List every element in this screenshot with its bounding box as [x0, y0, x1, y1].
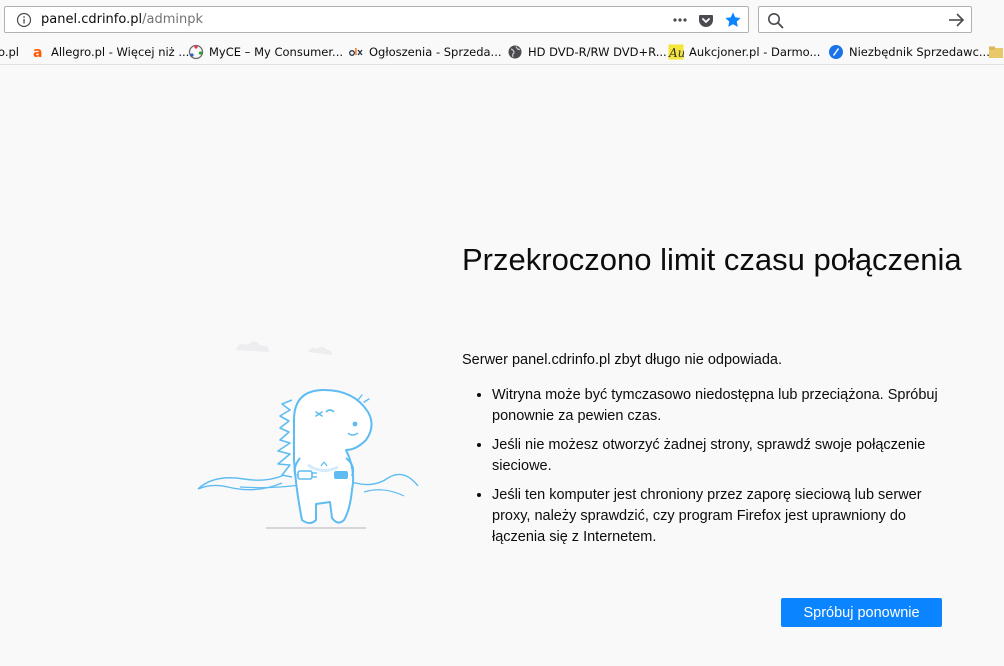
pocket-icon[interactable]: [698, 12, 714, 28]
info-icon[interactable]: [16, 12, 32, 28]
bookmark-item-more[interactable]: [988, 43, 1004, 61]
bookmark-label: o.pl: [0, 45, 19, 59]
bookmark-label: Niezbędnik Sprzedawc...: [849, 45, 990, 59]
bookmark-item-aukcjoner[interactable]: Au Aukcjoner.pl - Darmo...: [668, 43, 820, 61]
bookmark-item-hddvd[interactable]: HD DVD-R/RW DVD+R...: [507, 43, 667, 61]
list-item: Jeśli ten komputer jest chroniony przez …: [492, 485, 962, 548]
star-icon[interactable]: [724, 11, 742, 29]
search-bar[interactable]: [758, 6, 972, 33]
bookmarks-toolbar: o.pl a Allegro.pl - Więcej niż ... MyCE …: [0, 40, 1004, 65]
list-item: Witryna może być tymczasowo niedostępna …: [492, 385, 962, 427]
url-bar[interactable]: panel.cdrinfo.pl/adminpk: [4, 6, 749, 33]
bookmark-label: Allegro.pl - Więcej niż ...: [51, 45, 190, 59]
allegro-favicon: a: [30, 44, 46, 61]
arrow-right-icon[interactable]: [947, 12, 965, 32]
bookmark-label: Ogłoszenia - Sprzeda...: [369, 45, 502, 59]
bookmark-label: MyCE – My Consumer...: [209, 45, 344, 59]
url-path: /adminpk: [142, 12, 203, 27]
retry-button[interactable]: Spróbuj ponownie: [781, 598, 942, 627]
bookmark-label: Aukcjoner.pl - Darmo...: [689, 45, 821, 59]
bookmark-item-allegro[interactable]: a Allegro.pl - Więcej niż ...: [30, 43, 189, 61]
aukcjoner-favicon: Au: [668, 44, 685, 60]
url-host: panel.cdrinfo.pl: [41, 12, 143, 27]
bookmark-item-myce[interactable]: MyCE – My Consumer...: [188, 43, 343, 61]
bookmark-item[interactable]: o.pl: [0, 43, 19, 61]
bookmark-item-olx[interactable]: Ogłoszenia - Sprzeda...: [348, 43, 502, 61]
myce-favicon: [188, 44, 204, 60]
connection-timeout-illustration: [196, 330, 436, 540]
bookmark-label: HD DVD-R/RW DVD+R...: [528, 45, 667, 59]
niezbednik-favicon: [828, 44, 844, 60]
page-title: Przekroczono limit czasu połączenia: [462, 242, 962, 277]
olx-favicon: [348, 44, 364, 60]
svg-text:Au: Au: [668, 46, 684, 60]
search-icon[interactable]: [767, 12, 785, 34]
folder-favicon: [988, 44, 1004, 60]
globe-favicon: [507, 44, 523, 60]
browser-toolbar: panel.cdrinfo.pl/adminpk: [0, 0, 1004, 40]
page-actions-icon[interactable]: [672, 12, 688, 28]
svg-text:a: a: [33, 45, 42, 60]
error-description: Serwer panel.cdrinfo.pl zbyt długo nie o…: [462, 352, 783, 368]
error-reasons-list: Witryna może być tymczasowo niedostępna …: [474, 385, 962, 556]
list-item: Jeśli nie możesz otworzyć żadnej strony,…: [492, 435, 962, 477]
bookmark-item-niezbednik[interactable]: Niezbędnik Sprzedawc...: [828, 43, 990, 61]
page-actions: [672, 11, 742, 29]
url-text[interactable]: panel.cdrinfo.pl/adminpk: [41, 12, 203, 28]
